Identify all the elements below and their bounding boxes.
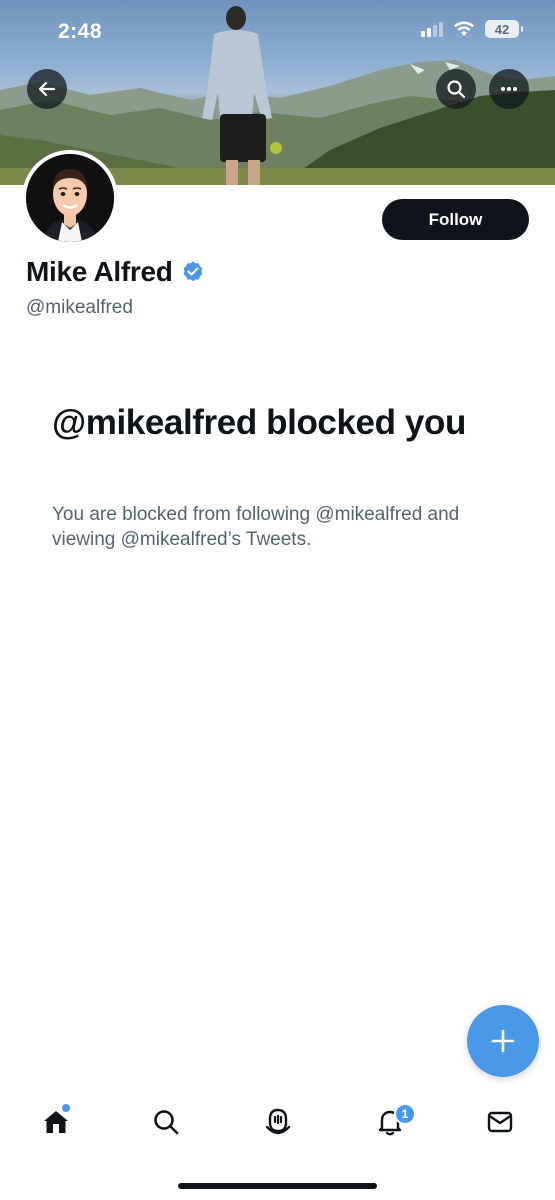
back-button[interactable] <box>27 69 67 109</box>
nav-home[interactable] <box>36 1102 76 1142</box>
search-icon <box>447 80 466 99</box>
bottom-navigation-bar <box>0 1090 555 1160</box>
blocked-title: @mikealfred blocked you <box>52 403 466 442</box>
plus-icon <box>491 1029 515 1053</box>
avatar-image <box>26 154 114 242</box>
spaces-icon <box>265 1108 291 1135</box>
home-indicator[interactable] <box>178 1183 377 1189</box>
profile-display-name: Mike Alfred <box>26 256 205 288</box>
arrow-left-icon <box>38 81 56 97</box>
notification-count-badge: 1 <box>394 1103 416 1125</box>
follow-button[interactable]: Follow <box>382 199 529 240</box>
wifi-icon <box>454 21 474 36</box>
nav-search[interactable] <box>146 1102 186 1142</box>
nav-spaces[interactable] <box>258 1102 298 1142</box>
verified-badge-icon[interactable] <box>181 260 205 284</box>
cellular-signal-icon <box>421 21 443 37</box>
home-new-content-dot <box>62 1104 70 1112</box>
compose-tweet-button[interactable] <box>467 1005 539 1077</box>
more-options-button[interactable] <box>489 69 529 109</box>
more-horizontal-icon <box>501 87 517 91</box>
search-button[interactable] <box>436 69 476 109</box>
status-icons: 42 <box>421 20 523 38</box>
search-icon <box>154 1110 179 1135</box>
profile-avatar[interactable] <box>22 150 118 246</box>
status-time: 2:48 <box>58 20 103 43</box>
mail-icon <box>487 1111 513 1133</box>
blocked-description: You are blocked from following @mikealfr… <box>52 504 460 550</box>
profile-handle: @mikealfred <box>26 297 133 318</box>
battery-indicator: 42 <box>485 20 523 38</box>
nav-messages[interactable] <box>480 1102 520 1142</box>
display-name-text: Mike Alfred <box>26 256 173 287</box>
